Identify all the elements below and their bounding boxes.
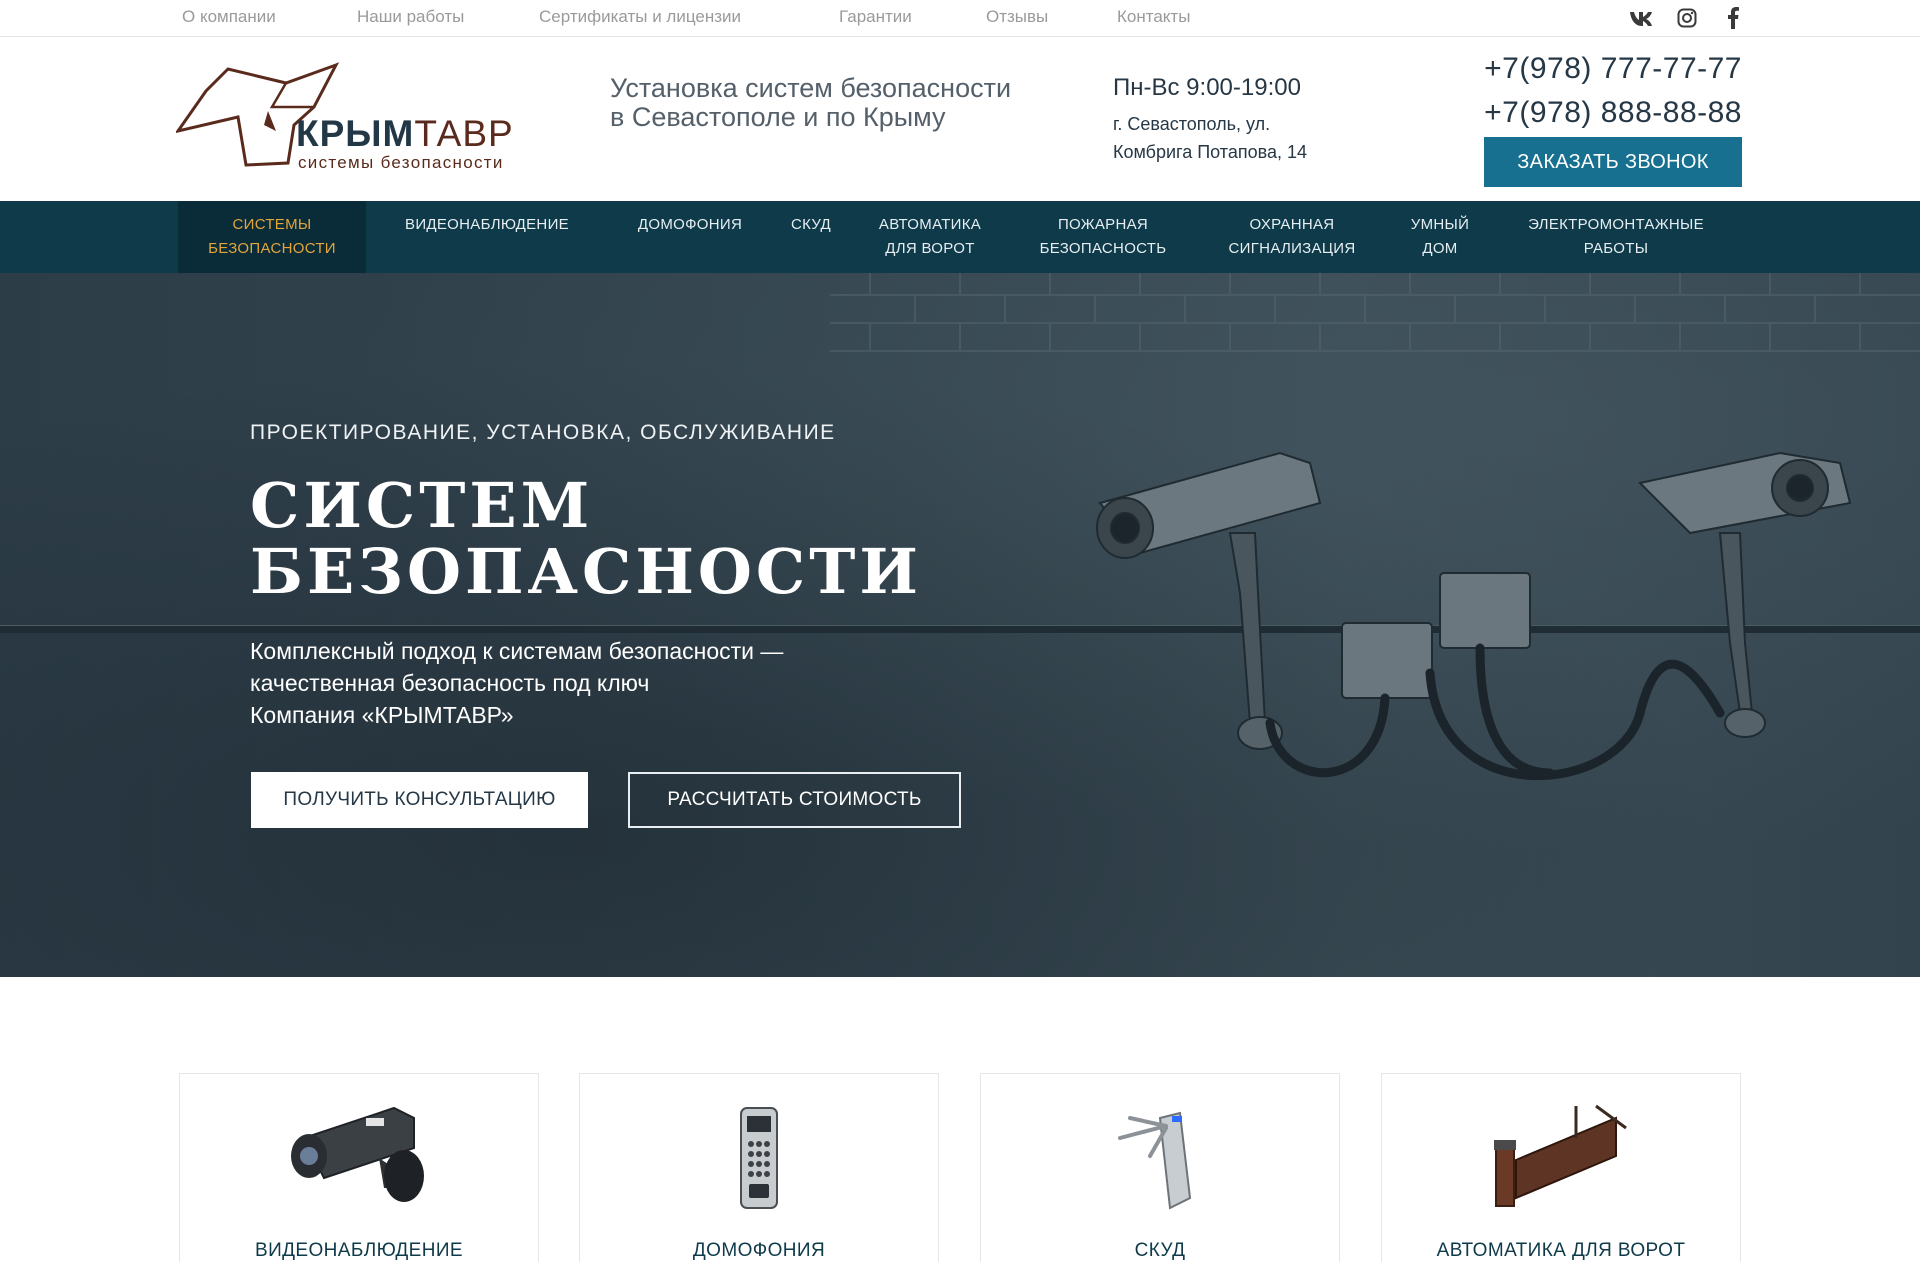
- site-header: КРЫМТАВР системы безопасности Установка …: [0, 37, 1920, 201]
- top-link-about[interactable]: О компании: [182, 7, 276, 27]
- nav-item-gate-automation[interactable]: АВТОМАТИКА ДЛЯ ВОРОТ: [870, 201, 990, 273]
- nav-item-smart-home[interactable]: УМНЫЙ ДОМ: [1396, 201, 1484, 273]
- address: г. Севастополь, ул. Комбрига Потапова, 1…: [1113, 110, 1363, 166]
- nav-item-fire-safety[interactable]: ПОЖАРНАЯ БЕЗОПАСНОСТЬ: [1030, 201, 1176, 273]
- get-consultation-button[interactable]: ПОЛУЧИТЬ КОНСУЛЬТАЦИЮ: [251, 772, 588, 828]
- social-links: [1629, 6, 1745, 30]
- hero-title-line: СИСТЕМ: [250, 469, 594, 542]
- main-nav: СИСТЕМЫ БЕЗОПАСНОСТИ ВИДЕОНАБЛЮДЕНИЕ ДОМО…: [0, 201, 1920, 273]
- top-links-bar: О компании Наши работы Сертификаты и лиц…: [0, 0, 1920, 37]
- hero-banner: ПРОЕКТИРОВАНИЕ, УСТАНОВКА, ОБСЛУЖИВАНИЕ …: [0, 273, 1920, 977]
- nav-label: ДОМОФОНИЯ: [637, 216, 743, 233]
- service-card-title: ВИДЕОНАБЛЮДЕНИЕ: [255, 1240, 463, 1261]
- nav-label: СИСТЕМЫ: [232, 216, 312, 233]
- hero-description-line: Компания «КРЫМТАВР»: [250, 702, 514, 728]
- hero-description-line: Комплексный подход к системам безопаснос…: [250, 638, 784, 664]
- nav-label: БЕЗОПАСНОСТИ: [208, 240, 336, 257]
- services-section: ВИДЕОНАБЛЮДЕНИЕ ДОМОФОНИЯ СКУД АВТОМАТИК…: [0, 977, 1920, 1262]
- hero-description-line: качественная безопасность под ключ: [250, 670, 650, 696]
- service-card-title: АВТОМАТИКА ДЛЯ ВОРОТ: [1436, 1240, 1686, 1261]
- hero-kicker: ПРОЕКТИРОВАНИЕ, УСТАНОВКА, ОБСЛУЖИВАНИЕ: [250, 421, 836, 444]
- nav-label: ВИДЕОНАБЛЮДЕНИЕ: [405, 216, 569, 233]
- service-card-intercom[interactable]: ДОМОФОНИЯ: [579, 1073, 939, 1262]
- vk-icon[interactable]: [1629, 6, 1653, 30]
- calculate-cost-button[interactable]: РАССЧИТАТЬ СТОИМОСТЬ: [628, 772, 961, 828]
- nav-label: СИГНАЛИЗАЦИЯ: [1228, 240, 1356, 257]
- order-call-button[interactable]: ЗАКАЗАТЬ ЗВОНОК: [1484, 137, 1742, 187]
- nav-label: ЭЛЕКТРОМОНТАЖНЫЕ: [1528, 216, 1704, 233]
- nav-label: РАБОТЫ: [1583, 240, 1649, 257]
- logo-wordmark: КРЫМТАВР: [296, 113, 514, 154]
- nav-label: ПОЖАРНАЯ: [1057, 216, 1149, 233]
- top-link-guarantees[interactable]: Гарантии: [839, 7, 912, 27]
- phone-numbers: +7(978) 777-77-77 +7(978) 888-88-88: [1484, 47, 1742, 135]
- top-link-certificates[interactable]: Сертификаты и лицензии: [539, 7, 741, 27]
- top-link-works[interactable]: Наши работы: [357, 7, 464, 27]
- nav-label: БЕЗОПАСНОСТЬ: [1039, 240, 1167, 257]
- nav-label: ДОМ: [1422, 240, 1458, 257]
- nav-label: ОХРАННАЯ: [1249, 216, 1335, 233]
- hero-title-line: БЕЗОПАСНОСТИ: [250, 535, 922, 608]
- working-hours: Пн-Вс 9:00-19:00: [1113, 74, 1301, 101]
- hero-title: СИСТЕМ БЕЗОПАСНОСТИ: [250, 473, 922, 605]
- sliding-gate-icon: [1494, 1104, 1627, 1207]
- address-line: г. Севастополь, ул.: [1113, 114, 1271, 134]
- phone-link-1[interactable]: +7(978) 777-77-77: [1484, 47, 1742, 91]
- hero-description: Комплексный подход к системам безопаснос…: [250, 635, 783, 731]
- security-cameras-illustration: [1096, 451, 1852, 781]
- nav-item-electrical-works[interactable]: ЭЛЕКТРОМОНТАЖНЫЕ РАБОТЫ: [1516, 201, 1716, 273]
- top-link-reviews[interactable]: Отзывы: [986, 7, 1048, 27]
- nav-label: УМНЫЙ: [1410, 216, 1470, 233]
- service-card-title: ДОМОФОНИЯ: [692, 1240, 826, 1261]
- turnstile-icon: [1118, 1111, 1192, 1210]
- nav-item-intercom[interactable]: ДОМОФОНИЯ: [620, 201, 760, 273]
- facebook-icon[interactable]: [1721, 6, 1745, 30]
- service-card-video[interactable]: ВИДЕОНАБЛЮДЕНИЕ: [179, 1073, 539, 1262]
- nav-item-alarm[interactable]: ОХРАННАЯ СИГНАЛИЗАЦИЯ: [1220, 201, 1364, 273]
- instagram-icon[interactable]: [1675, 6, 1699, 30]
- brick-wall-pattern: [830, 273, 1920, 352]
- nav-label: ДЛЯ ВОРОТ: [885, 240, 975, 257]
- nav-label: АВТОМАТИКА: [878, 216, 982, 233]
- nav-label: СКУД: [791, 216, 831, 233]
- cctv-camera-icon: [291, 1106, 424, 1202]
- service-card-access-control[interactable]: СКУД: [980, 1073, 1340, 1262]
- service-card-title: СКУД: [1134, 1240, 1186, 1261]
- logo[interactable]: КРЫМТАВР системы безопасности: [176, 61, 516, 181]
- header-tagline: Установка систем безопасности в Севастоп…: [610, 73, 1012, 132]
- top-link-contacts[interactable]: Контакты: [1117, 7, 1190, 27]
- intercom-panel-icon: [740, 1107, 778, 1209]
- nav-item-security-systems[interactable]: СИСТЕМЫ БЕЗОПАСНОСТИ: [178, 201, 366, 273]
- address-line: Комбрига Потапова, 14: [1113, 142, 1307, 162]
- phone-link-2[interactable]: +7(978) 888-88-88: [1484, 91, 1742, 135]
- logo-subtitle: системы безопасности: [298, 153, 504, 172]
- nav-item-video[interactable]: ВИДЕОНАБЛЮДЕНИЕ: [390, 201, 584, 273]
- service-card-gate-automation[interactable]: АВТОМАТИКА ДЛЯ ВОРОТ: [1381, 1073, 1741, 1262]
- nav-item-access-control[interactable]: СКУД: [776, 201, 846, 273]
